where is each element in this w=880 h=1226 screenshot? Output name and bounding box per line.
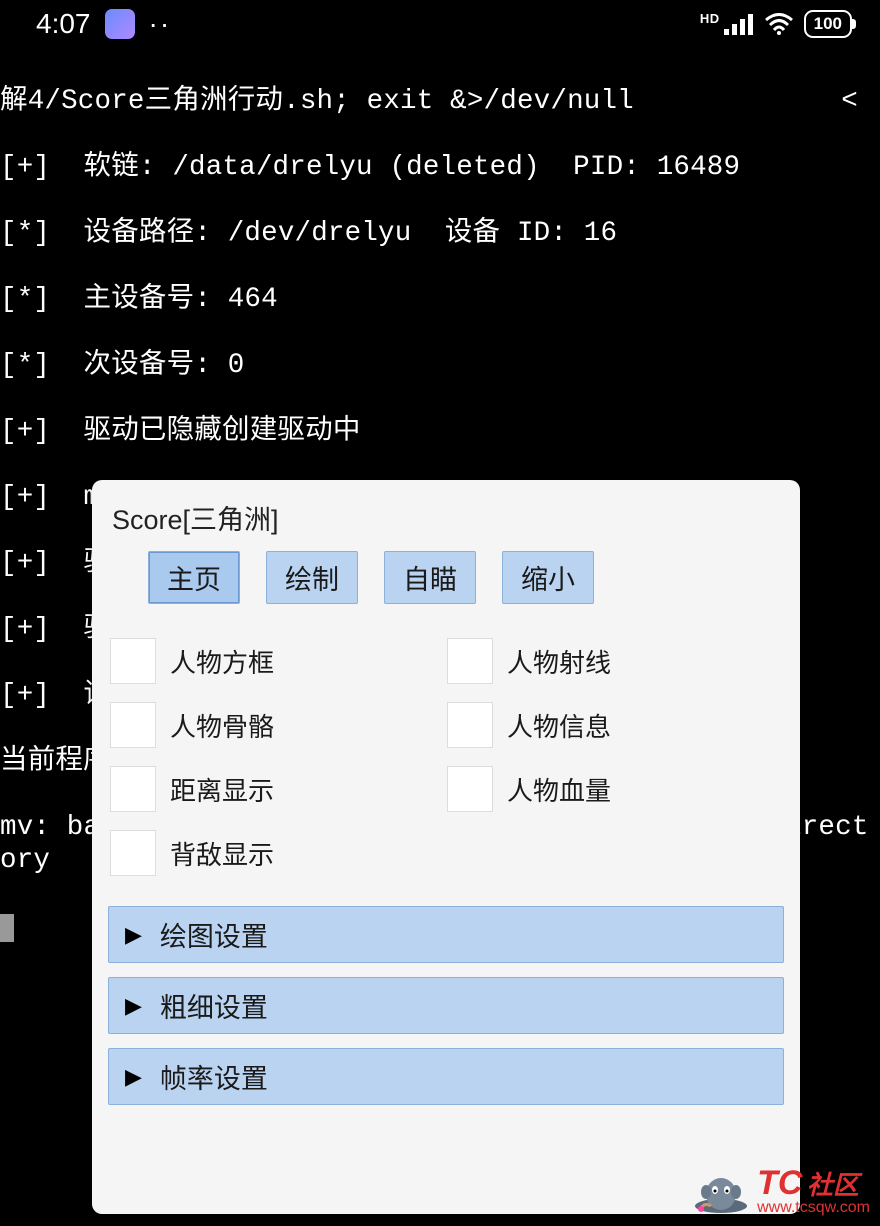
terminal-line: [+] 软链: /data/drelyu (deleted) PID: 1648… <box>0 151 880 184</box>
checkbox-label: 人物信息 <box>507 707 611 744</box>
status-dots: ·· <box>149 8 172 40</box>
watermark-brand: TC <box>757 1164 802 1202</box>
checkbox-person-box[interactable] <box>110 638 156 684</box>
checkbox-behind-enemy[interactable] <box>110 830 156 876</box>
terminal-line: [+] 驱动已隐藏创建驱动中 <box>0 415 880 448</box>
checkbox-label: 距离显示 <box>170 771 274 808</box>
chevron-right-icon: ▶ <box>125 993 142 1019</box>
checkbox-person-ray[interactable] <box>447 638 493 684</box>
status-right: HD 100 <box>700 10 852 38</box>
checkbox-label: 背敌显示 <box>170 835 274 872</box>
checkbox-row-box: 人物方框 <box>110 638 447 684</box>
terminal-cursor <box>0 914 14 942</box>
tab-draw[interactable]: 绘制 <box>266 551 358 604</box>
app-indicator-icon <box>105 9 135 39</box>
cheat-overlay-panel[interactable]: Score[三角洲] 主页 绘制 自瞄 缩小 人物方框 人物射线 人物骨骼 人物… <box>92 480 800 1214</box>
clock-text: 4:07 <box>36 8 91 40</box>
tab-bar: 主页 绘制 自瞄 缩小 <box>148 551 784 604</box>
terminal-line: [*] 主设备号: 464 <box>0 283 880 316</box>
terminal-caret: < <box>841 85 858 118</box>
checkbox-row-ray: 人物射线 <box>447 638 784 684</box>
checkbox-grid: 人物方框 人物射线 人物骨骼 人物信息 距离显示 人物血量 背敌显示 <box>108 638 784 876</box>
section-thickness-settings[interactable]: ▶ 粗细设置 <box>108 977 784 1034</box>
checkbox-row-skeleton: 人物骨骼 <box>110 702 447 748</box>
terminal-line: [*] 次设备号: 0 <box>0 349 880 382</box>
checkbox-label: 人物骨骼 <box>170 707 274 744</box>
checkbox-row-distance: 距离显示 <box>110 766 447 812</box>
checkbox-person-hp[interactable] <box>447 766 493 812</box>
checkbox-row-hp: 人物血量 <box>447 766 784 812</box>
battery-icon: 100 <box>804 10 852 38</box>
status-bar: 4:07 ·· HD 100 <box>0 0 880 44</box>
wifi-icon <box>764 13 794 35</box>
section-draw-settings[interactable]: ▶ 绘图设置 <box>108 906 784 963</box>
section-label: 帧率设置 <box>160 1057 268 1096</box>
terminal-line: [*] 设备路径: /dev/drelyu 设备 ID: 16 <box>0 217 880 250</box>
watermark: TC 社区 www.tcsqw.com <box>691 1166 870 1216</box>
checkbox-row-info: 人物信息 <box>447 702 784 748</box>
checkbox-person-info[interactable] <box>447 702 493 748</box>
hd-icon: HD <box>700 11 720 26</box>
section-label: 粗细设置 <box>160 986 268 1025</box>
checkbox-distance[interactable] <box>110 766 156 812</box>
watermark-suffix: 社区 <box>807 1170 859 1200</box>
tab-aim[interactable]: 自瞄 <box>384 551 476 604</box>
checkbox-label: 人物血量 <box>507 771 611 808</box>
panel-title: Score[三角洲] <box>112 498 784 537</box>
mascot-icon <box>691 1168 751 1216</box>
section-fps-settings[interactable]: ▶ 帧率设置 <box>108 1048 784 1105</box>
tab-home[interactable]: 主页 <box>148 551 240 604</box>
checkbox-row-behind: 背敌显示 <box>110 830 447 876</box>
checkbox-label: 人物射线 <box>507 643 611 680</box>
terminal-cmd: 解4/Score三角洲行动.sh; exit &>/dev/null <box>0 85 634 118</box>
tab-shrink[interactable]: 缩小 <box>502 551 594 604</box>
status-left: 4:07 ·· <box>36 8 171 40</box>
section-label: 绘图设置 <box>160 915 268 954</box>
signal-icon <box>724 13 754 35</box>
checkbox-person-skeleton[interactable] <box>110 702 156 748</box>
checkbox-label: 人物方框 <box>170 643 274 680</box>
watermark-url: www.tcsqw.com <box>757 1200 870 1216</box>
chevron-right-icon: ▶ <box>125 1064 142 1090</box>
chevron-right-icon: ▶ <box>125 922 142 948</box>
watermark-text: TC 社区 www.tcsqw.com <box>757 1166 870 1216</box>
